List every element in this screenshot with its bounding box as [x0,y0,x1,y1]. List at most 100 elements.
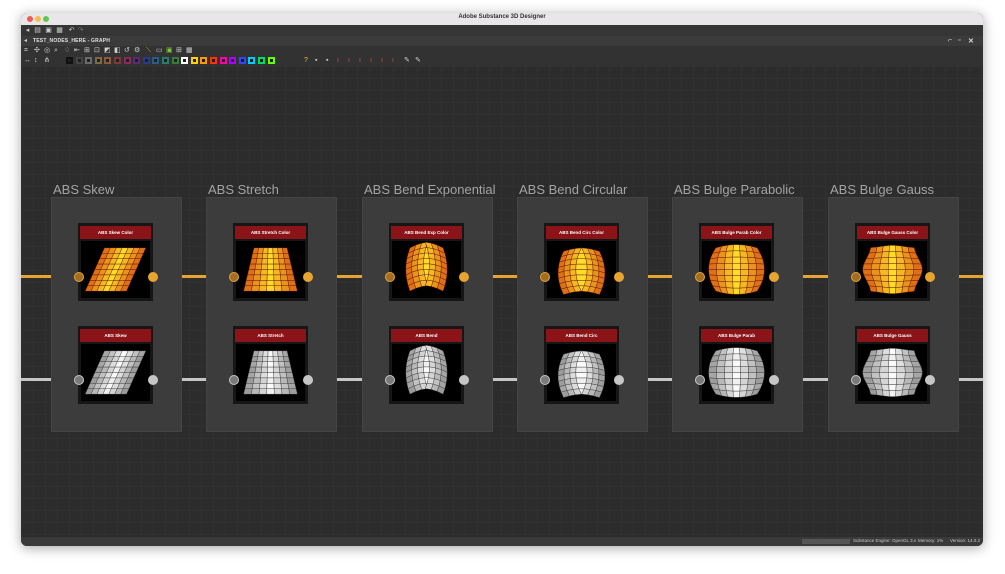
input-port[interactable] [540,271,550,282]
frame-title[interactable]: ABS Stretch [208,182,279,197]
output-port[interactable] [459,271,469,282]
output-port[interactable] [303,374,313,385]
frame-color-swatch[interactable] [114,57,121,64]
output-port[interactable] [148,271,158,282]
graph-tool-icon[interactable]: ▦ [186,47,193,54]
graph-tool-icon[interactable]: ▣ [166,47,173,54]
redo-icon[interactable]: ↷ [77,27,84,34]
color-node[interactable]: ABS Bend Circ Color [544,223,619,301]
input-port[interactable] [385,271,395,282]
frame-title[interactable]: ABS Bulge Parabolic [674,182,795,197]
frame-color-swatch[interactable] [133,57,141,64]
frame-color-swatch[interactable] [229,57,237,64]
graph-tool-icon[interactable]: ⇤ [74,47,81,54]
frame-color-swatch[interactable] [258,57,265,64]
input-port[interactable] [74,374,84,385]
close-graph-icon[interactable]: ✕ [968,37,974,45]
node-tool-icon[interactable]: ▪ [315,57,322,64]
color-node[interactable]: ABS Stretch Color [233,223,308,301]
align-tool-icon[interactable]: ↔ [24,57,31,64]
input-port[interactable] [229,271,239,282]
frame-color-swatch[interactable] [75,57,83,64]
grayscale-node[interactable]: ABS Bulge Parab [699,326,774,404]
output-port[interactable] [769,271,779,282]
graph-tool-icon[interactable]: ✣ [34,47,41,54]
graph-canvas[interactable]: ABS Skew ABS Skew Color ABS Skew ABS Stretc… [21,66,983,537]
frame-color-swatch[interactable] [123,57,131,64]
grayscale-node[interactable]: ABS Bend [389,326,464,404]
float-icon[interactable]: ▫ [958,37,960,44]
frame-color-swatch[interactable] [94,57,102,64]
output-port[interactable] [148,374,158,385]
new-file-icon[interactable]: ▤ [34,27,41,34]
output-port[interactable] [303,271,313,282]
node-tool-icon[interactable]: ▪ [326,57,333,64]
node-tool-icon[interactable]: ı [337,57,344,64]
input-port[interactable] [74,271,84,282]
color-node[interactable]: ABS Skew Color [78,223,153,301]
frame-color-swatch[interactable] [248,57,256,64]
frame-color-swatch[interactable] [190,57,198,64]
input-port[interactable] [851,374,861,385]
frame-color-swatch[interactable] [219,57,227,64]
node-tool-icon[interactable]: ı [359,57,366,64]
input-port[interactable] [851,271,861,282]
graph-tool-icon[interactable]: ⊡ [94,47,101,54]
explorer-icon[interactable]: ◂ [24,27,31,34]
align-tool-icon[interactable]: ↕ [34,57,41,64]
input-port[interactable] [540,374,550,385]
input-port[interactable] [695,271,705,282]
graph-tool-icon[interactable]: ♢ [64,47,71,54]
graph-tool-icon[interactable]: ⊞ [84,47,91,54]
input-port[interactable] [229,374,239,385]
graph-tool-icon[interactable]: ▭ [156,47,163,54]
color-node[interactable]: ABS Bend Exp Color [389,223,464,301]
graph-tool-icon[interactable]: ⚙ [134,47,141,54]
frame-color-swatch[interactable] [200,57,208,64]
frame-color-swatch[interactable] [267,57,275,64]
grayscale-node[interactable]: ABS Stretch [233,326,308,404]
input-port[interactable] [385,374,395,385]
graph-tool-icon[interactable]: ◩ [104,47,111,54]
frame-color-swatch[interactable] [171,57,179,64]
node-tool-icon[interactable]: ✎ [415,57,422,64]
node-tool-icon[interactable]: ✎ [404,57,411,64]
output-port[interactable] [459,374,469,385]
input-port[interactable] [695,374,705,385]
open-package-icon[interactable]: ▣ [45,27,52,34]
node-tool-icon[interactable]: ı [348,57,355,64]
node-tool-icon[interactable]: ı [381,57,388,64]
node-tool-icon[interactable]: ı [370,57,377,64]
align-tool-icon[interactable]: ⋔ [44,57,51,64]
graph-tool-icon[interactable]: ⊞ [176,47,183,54]
graph-tool-icon[interactable]: ⌗ [24,47,31,54]
frame-color-swatch[interactable] [181,57,189,64]
graph-tool-icon[interactable]: ◧ [114,47,121,54]
frame-color-swatch[interactable] [238,57,246,64]
color-node[interactable]: ABS Bulge Parab Color [699,223,774,301]
color-node[interactable]: ABS Bulge Gauss Color [855,223,930,301]
node-tool-icon[interactable]: ı [392,57,399,64]
output-port[interactable] [925,271,935,282]
node-tool-icon[interactable]: ? [304,57,311,64]
pin-icon[interactable]: ⌐ [948,37,952,44]
frame-color-swatch[interactable] [66,57,73,64]
grayscale-node[interactable]: ABS Skew [78,326,153,404]
frame-color-swatch[interactable] [210,57,217,64]
output-port[interactable] [614,271,624,282]
graph-tool-icon[interactable]: ↺ [124,47,131,54]
frame-color-swatch[interactable] [152,57,160,64]
graph-tool-icon[interactable]: ◎ [44,47,51,54]
frame-color-swatch[interactable] [162,57,169,64]
frame-color-swatch[interactable] [85,57,93,64]
output-port[interactable] [925,374,935,385]
grayscale-node[interactable]: ABS Bend Circ [544,326,619,404]
save-icon[interactable]: ▦ [56,27,63,34]
undo-icon[interactable]: ↶ [68,27,75,34]
frame-title[interactable]: ABS Bulge Gauss [830,182,934,197]
graph-tool-icon[interactable]: ⟍ [146,47,153,54]
frame-color-swatch[interactable] [104,57,112,64]
output-port[interactable] [769,374,779,385]
output-port[interactable] [614,374,624,385]
frame-title[interactable]: ABS Bend Circular [519,182,627,197]
